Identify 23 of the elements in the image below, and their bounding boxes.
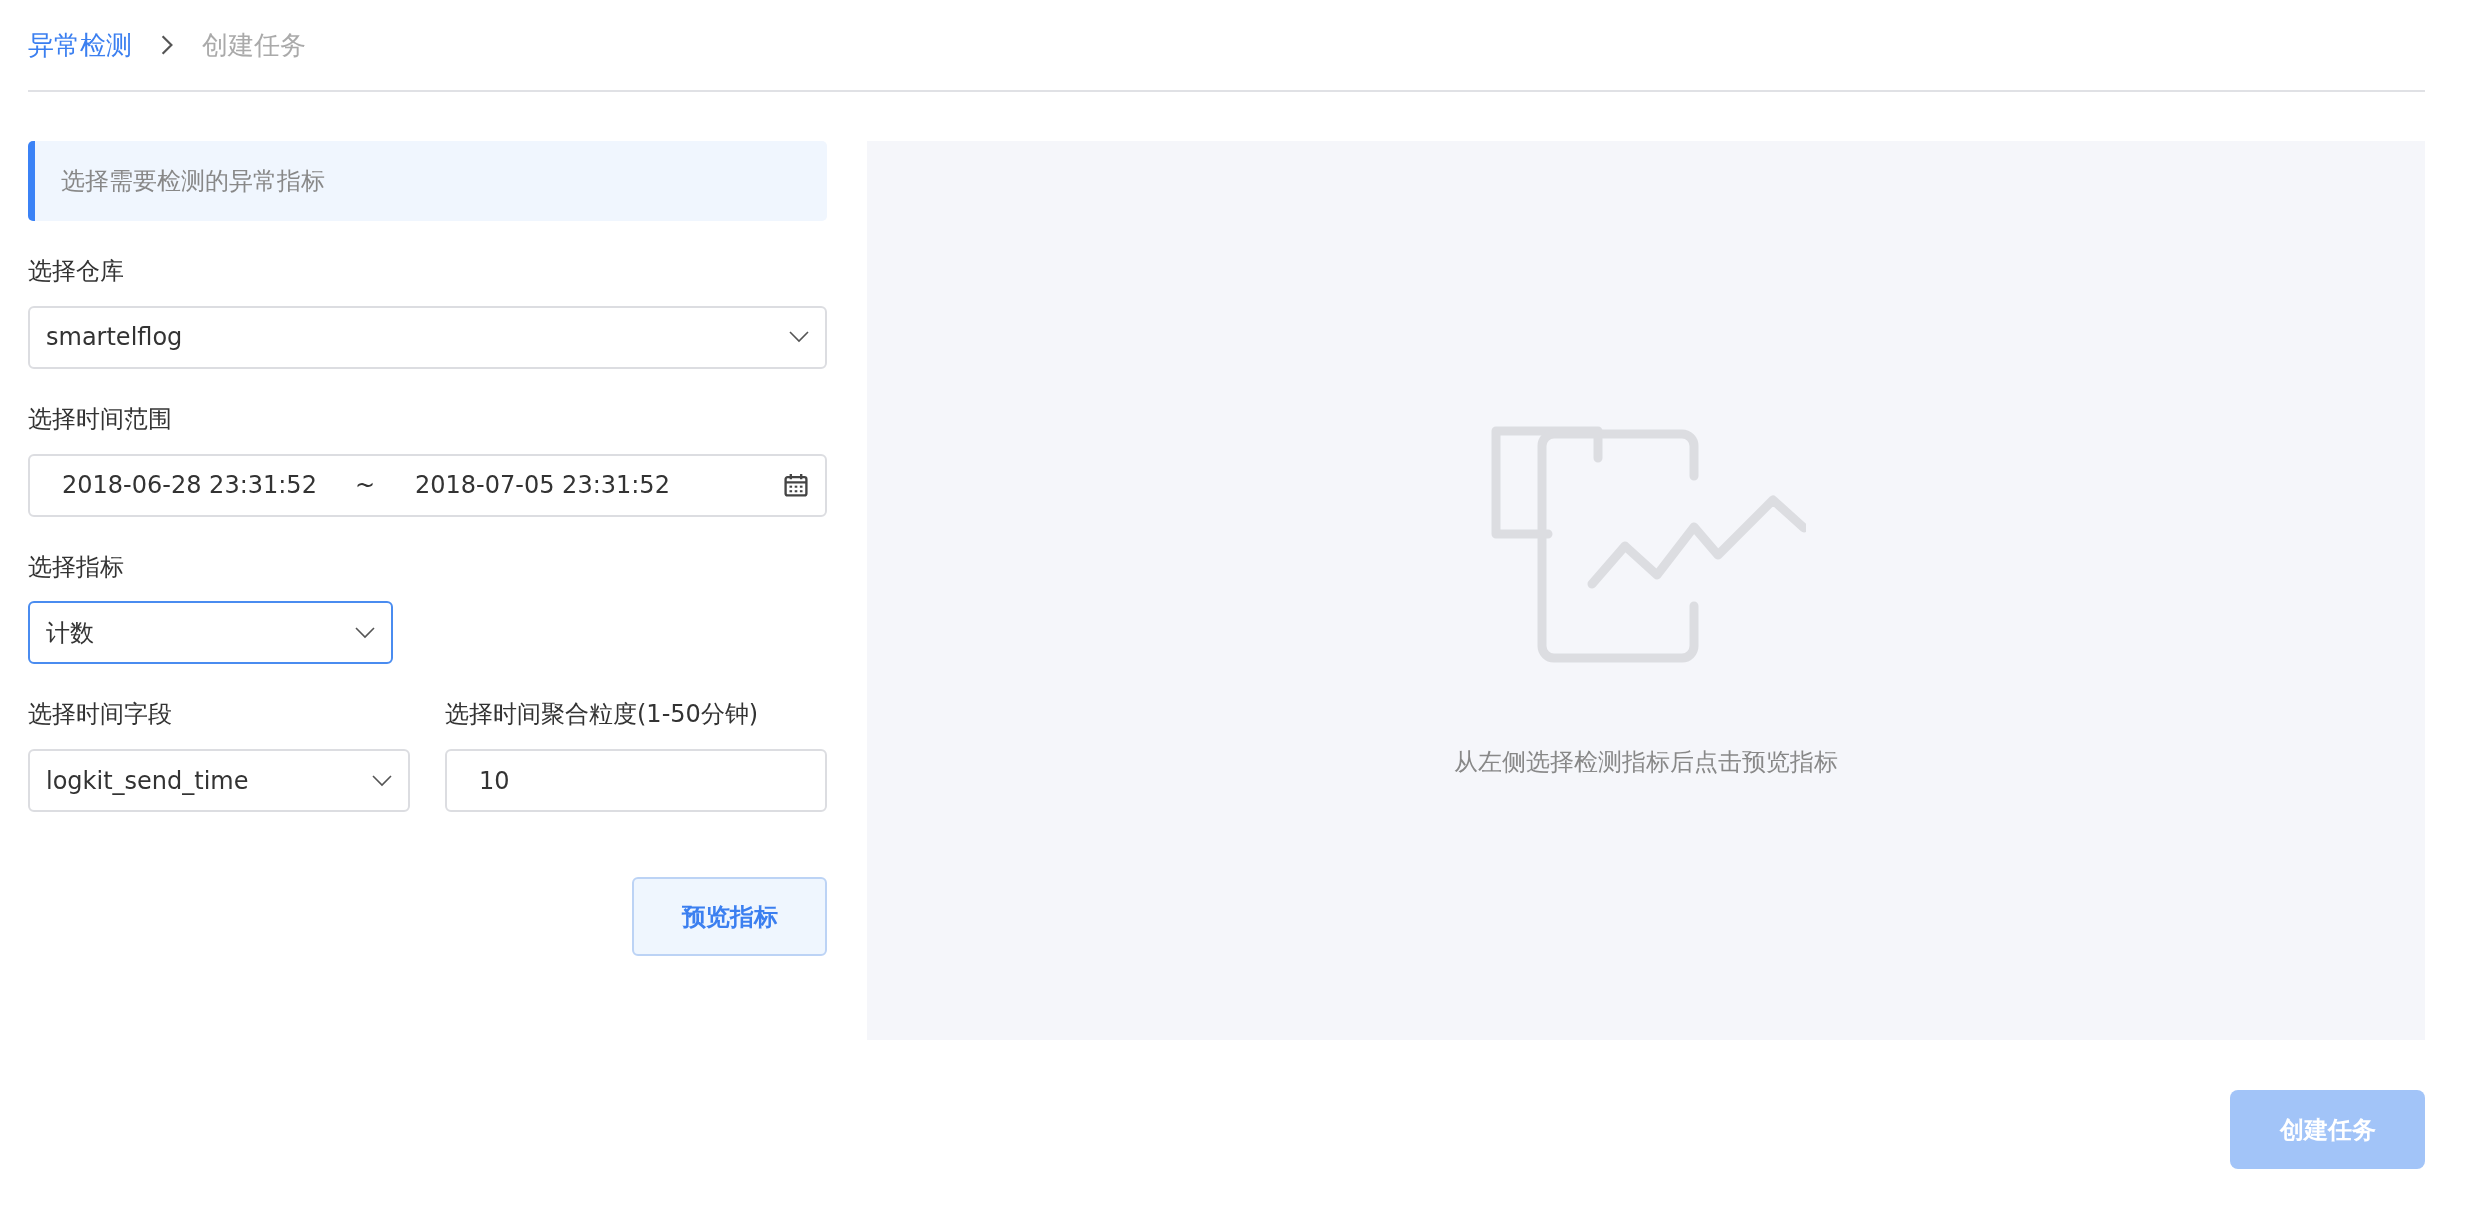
field-label: 选择仓库 [28,257,125,286]
chevron-right-icon [160,34,174,56]
section-title: 选择需要检测的异常指标 [61,166,325,197]
empty-message: 从左侧选择检测指标后点击预览指标 [1454,747,1838,778]
field-label: 选择时间字段 [28,700,173,730]
preview-button[interactable]: 预览指标 [632,877,827,957]
start-date: 2018-06-28 23:31:52 [62,471,317,500]
warehouse-select[interactable]: smartelflog [28,305,827,369]
calendar-icon [783,472,809,499]
breadcrumb-link[interactable]: 异常检测 [28,27,132,63]
chevron-down-icon [789,331,809,344]
range-separator: ~ [354,471,375,500]
granularity-input[interactable]: 10 [445,749,827,813]
breadcrumb-current: 创建任务 [202,28,306,62]
metric-select[interactable]: 计数 [28,601,393,665]
chevron-down-icon [372,774,392,787]
end-date: 2018-07-05 23:31:52 [415,471,670,500]
date-range-field[interactable]: 2018-06-28 23:31:52 ~ 2018-07-05 23:31:52 [28,453,827,517]
chevron-down-icon [355,626,375,639]
field-label: 选择时间范围 [28,404,173,434]
field-label: 选择指标 [28,552,125,582]
field-label: 选择时间聚合粒度(1-50分钟) [445,700,760,730]
time-field-select[interactable]: logkit_send_time [28,749,410,813]
